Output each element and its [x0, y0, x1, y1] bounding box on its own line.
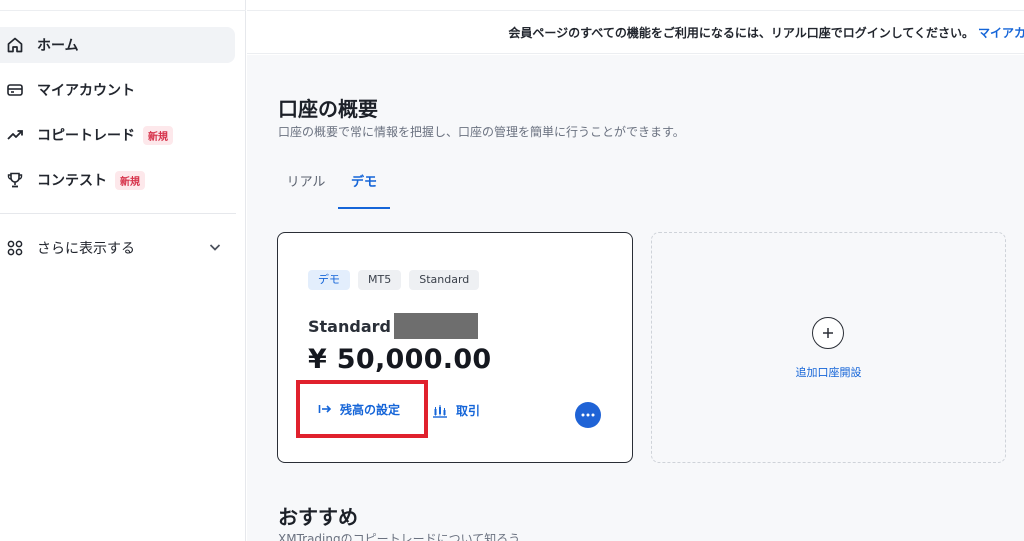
add-account-label: 追加口座開設 — [795, 366, 862, 379]
sidebar-item-my-account[interactable]: マイアカウント — [0, 72, 235, 108]
set-balance-button[interactable]: 残高の設定 — [296, 380, 428, 438]
tag-platform: MT5 — [358, 270, 402, 290]
recommend-subtitle[interactable]: XMTradingのコピートレードについて知ろう — [278, 530, 520, 541]
chevron-down-icon — [208, 240, 222, 258]
more-horizontal-icon — [581, 413, 595, 417]
sidebar-item-label: マイアカウント — [37, 83, 135, 99]
account-tabs: リアル デモ — [278, 165, 1024, 209]
sidebar-item-home[interactable]: ホーム — [0, 27, 235, 63]
trophy-icon — [5, 170, 25, 190]
sidebar-item-label: ホーム — [37, 38, 79, 54]
new-badge: 新規 — [143, 125, 173, 145]
account-card: デモ MT5 Standard Standard ¥ 50,000.00 残高の… — [277, 232, 633, 463]
sidebar: ホーム マイアカウント コピートレード 新規 コンテスト 新規 さらに表示する — [0, 0, 246, 541]
recommend-title: おすすめ — [278, 505, 358, 529]
tag-demo: デモ — [308, 270, 350, 290]
wallet-icon — [5, 80, 25, 100]
set-balance-label: 残高の設定 — [340, 402, 401, 417]
account-balance: ¥ 50,000.00 — [308, 344, 492, 375]
trending-up-icon — [5, 125, 25, 145]
main-content: 口座の概要 口座の概要で常に情報を把握し、口座の管理を簡単に行うことができます。… — [247, 55, 1024, 541]
add-account-card[interactable]: 追加口座開設 — [651, 232, 1006, 463]
plus-icon — [812, 317, 844, 349]
sidebar-divider — [0, 213, 236, 214]
login-notice-bar: 会員ページのすべての機能をご利用になるには、リアル口座でログインしてください。 … — [247, 10, 1024, 54]
page-subtitle: 口座の概要で常に情報を把握し、口座の管理を簡単に行うことができます。 — [278, 125, 685, 139]
notice-text: 会員ページのすべての機能をご利用になるには、リアル口座でログインしてください。 — [508, 25, 974, 40]
sidebar-item-label: コピートレード — [37, 128, 135, 144]
grid-icon — [5, 238, 25, 258]
trade-label: 取引 — [456, 404, 481, 418]
sidebar-item-label: コンテスト — [37, 173, 107, 189]
tag-account-type: Standard — [409, 270, 480, 290]
more-options-button[interactable] — [575, 402, 601, 428]
candlestick-chart-icon — [432, 404, 448, 418]
app-root: ホーム マイアカウント コピートレード 新規 コンテスト 新規 さらに表示する … — [0, 0, 1024, 541]
sidebar-item-show-more[interactable]: さらに表示する — [0, 230, 246, 266]
my-account-link[interactable]: マイアカ — [978, 24, 1024, 41]
sidebar-item-contest[interactable]: コンテスト 新規 — [0, 162, 235, 198]
trade-button[interactable]: 取引 — [432, 402, 480, 419]
tab-demo[interactable]: デモ — [338, 165, 390, 209]
tab-real[interactable]: リアル — [278, 165, 334, 209]
page-title: 口座の概要 — [278, 97, 378, 121]
account-type-label: Standard — [308, 316, 391, 336]
account-identity: Standard — [308, 313, 478, 339]
redacted-account-number — [393, 313, 478, 339]
new-badge: 新規 — [115, 170, 145, 190]
account-tags: デモ MT5 Standard — [308, 270, 480, 290]
arrow-right-to-line-icon — [318, 403, 332, 415]
sidebar-top-divider — [0, 10, 246, 11]
sidebar-item-copy-trade[interactable]: コピートレード 新規 — [0, 117, 235, 153]
home-icon — [5, 35, 25, 55]
sidebar-item-label: さらに表示する — [37, 241, 135, 257]
